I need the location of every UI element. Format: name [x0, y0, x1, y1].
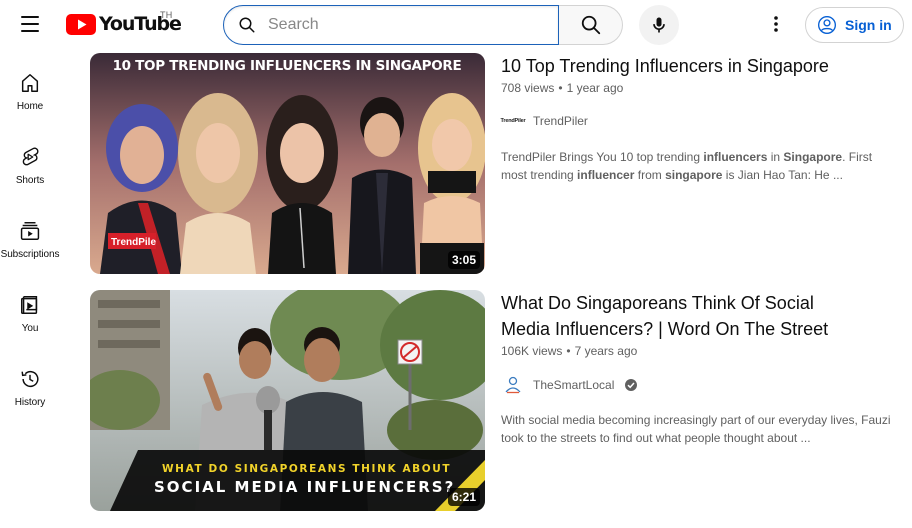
search-term-highlight: Singapore: [783, 150, 843, 164]
voice-search-button[interactable]: [639, 5, 679, 45]
search-icon: [239, 17, 255, 33]
video-duration: 3:05: [447, 251, 480, 269]
sidebar-item-shorts[interactable]: Shorts: [0, 130, 60, 204]
channel-avatar-text: TrendPiler: [500, 118, 526, 124]
channel-name: TheSmartLocal: [533, 378, 615, 392]
you-icon: [21, 296, 38, 314]
country-code: TH: [160, 10, 173, 20]
channel-link[interactable]: TheSmartLocal: [501, 373, 638, 397]
sidebar-item-label: You: [21, 323, 39, 334]
video-description-snippet: TrendPiler Brings You 10 top trending in…: [501, 148, 901, 184]
shorts-icon: [22, 147, 39, 166]
thumbnail-brand-tag: TrendPile: [111, 237, 156, 248]
search-term-highlight: singapore: [665, 168, 723, 182]
menu-line: [21, 23, 39, 25]
video-duration: 6:21: [447, 488, 480, 506]
home-icon: [21, 74, 39, 92]
video-title-link[interactable]: What Do Singaporeans Think Of Social Med…: [501, 290, 861, 342]
sidebar-item-you[interactable]: You: [0, 278, 60, 352]
meta-separator: •: [558, 81, 563, 95]
sidebar-item-subscriptions[interactable]: Subscriptions: [0, 204, 60, 278]
search-button[interactable]: [559, 5, 623, 45]
view-count: 106K views: [501, 344, 563, 358]
publish-age: 1 year ago: [566, 81, 624, 95]
sidebar-item-history[interactable]: History: [0, 352, 60, 426]
menu-line: [21, 16, 39, 18]
mini-guide: Home Shorts Subscriptions You History: [0, 56, 60, 426]
video-metadata: 106K views • 7 years ago: [501, 344, 637, 358]
subscriptions-icon: [20, 222, 40, 240]
guide-menu-button[interactable]: [14, 8, 46, 40]
settings-menu-button[interactable]: [764, 12, 788, 36]
sidebar-item-label: Home: [16, 101, 44, 112]
description-text: TrendPiler Brings You 10 top trending: [501, 150, 704, 164]
search-input[interactable]: [268, 16, 528, 34]
publish-age: 7 years ago: [574, 344, 638, 358]
channel-avatar: TrendPiler: [500, 109, 526, 133]
sidebar-item-label: History: [14, 397, 46, 408]
description-text: in: [767, 150, 784, 164]
channel-link[interactable]: TrendPiler TrendPiler: [501, 109, 588, 133]
thumbnail-caption-line-1: WHAT DO SINGAPOREANS THINK ABOUT: [162, 463, 451, 475]
sidebar-item-home[interactable]: Home: [0, 56, 60, 130]
meta-separator: •: [566, 344, 571, 358]
video-thumbnail[interactable]: WHAT DO SINGAPOREANS THINK ABOUT SOCIAL …: [90, 290, 485, 511]
channel-name: TrendPiler: [533, 114, 588, 128]
masthead: YouTube TH Search Sign in: [0, 0, 912, 52]
description-text: from: [634, 168, 666, 182]
video-description-snippet: With social media becoming increasingly …: [501, 411, 901, 447]
channel-avatar: [501, 373, 525, 397]
account-circle-icon: [818, 16, 836, 34]
thumbnail-image: 10 TOP TRENDING INFLUENCERS IN SINGAPORE…: [90, 53, 485, 274]
search-box[interactable]: [223, 5, 559, 45]
thesmartlocal-logo-icon: [505, 376, 521, 394]
more-vert-icon: [774, 16, 778, 32]
search-form: [223, 5, 623, 45]
youtube-play-logo-icon: [66, 13, 96, 35]
description-text: With social media becoming increasingly …: [501, 413, 891, 445]
verified-badge-icon: [624, 378, 638, 392]
sidebar-item-label: Subscriptions: [0, 249, 60, 260]
video-thumbnail[interactable]: 10 TOP TRENDING INFLUENCERS IN SINGAPORE…: [90, 53, 485, 274]
video-metadata: 708 views • 1 year ago: [501, 81, 623, 95]
search-term-highlight: influencer: [577, 168, 635, 182]
sidebar-item-label: Shorts: [15, 175, 45, 186]
search-icon: [581, 15, 600, 35]
history-icon: [21, 371, 39, 388]
search-term-highlight: influencers: [703, 150, 768, 164]
view-count: 708 views: [501, 81, 555, 95]
sign-in-button[interactable]: Sign in: [805, 7, 904, 43]
thumbnail-image: WHAT DO SINGAPOREANS THINK ABOUT SOCIAL …: [90, 290, 485, 511]
sign-in-label: Sign in: [845, 17, 892, 33]
video-title-link[interactable]: 10 Top Trending Influencers in Singapore: [501, 53, 861, 79]
thumbnail-caption-line-2: SOCIAL MEDIA INFLUENCERS?: [154, 478, 455, 496]
menu-line: [21, 30, 39, 32]
microphone-icon: [653, 17, 665, 33]
description-text: is Jian Hao Tan: He ...: [722, 168, 843, 182]
thumbnail-caption: 10 TOP TRENDING INFLUENCERS IN SINGAPORE: [113, 58, 462, 74]
